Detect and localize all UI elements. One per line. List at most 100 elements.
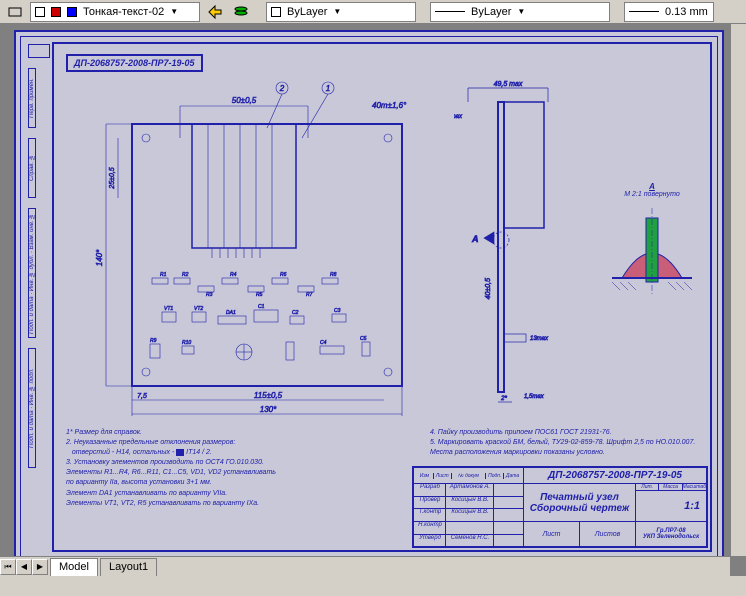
lineweight-value: 0.13 mm: [665, 6, 708, 18]
note-line: отверстий - H14, остальных - IT14 / 2.: [66, 448, 420, 457]
tb-role: Н.контр: [414, 522, 446, 534]
color-swatch-icon: [271, 7, 281, 17]
svg-text:R2: R2: [182, 272, 189, 278]
tb-role: Утверд: [414, 535, 446, 547]
main-view: 2 1 50±0,5 40m±1,6°: [72, 78, 452, 418]
svg-text:VT1: VT1: [164, 306, 173, 312]
layer-previous-icon[interactable]: [204, 2, 226, 22]
layer-bulb-icon: [35, 7, 45, 17]
layer-states-icon[interactable]: [4, 2, 26, 22]
layer-color-icon: [67, 7, 77, 17]
note-line: 4. Пайку производить припоем ПОС61 ГОСТ …: [430, 428, 714, 437]
layer-name: Тонкая-текст-02: [83, 6, 164, 18]
layer-manager-icon[interactable]: [230, 2, 252, 22]
callout-1: 1: [326, 84, 330, 93]
svg-text:С1: С1: [258, 304, 265, 310]
color-dropdown[interactable]: ByLayer ▼: [266, 2, 416, 22]
svg-text:R7: R7: [306, 292, 313, 298]
detail-scale: М 2:1 повернуто: [602, 191, 702, 198]
tb-hdr: № докум: [452, 473, 487, 479]
notes-right: 4. Пайку производить припоем ПОС61 ГОСТ …: [430, 428, 714, 458]
tab-first-button[interactable]: ⏮: [0, 559, 16, 575]
tb-sheets: Листов: [580, 522, 636, 546]
note-line: Элементы VT1, VT2, R5 устанавливать по в…: [66, 499, 420, 508]
svg-text:R4: R4: [230, 272, 237, 278]
tb-hdr: Изм: [416, 473, 434, 479]
notes-left: 1* Размер для справок. 2. Неуказанные пр…: [66, 428, 420, 509]
tab-bar: ⏮ ◀ ▶ Model Layout1: [0, 556, 730, 576]
dim-b1: 7,5: [137, 393, 147, 400]
dim-25: 2,5max: [454, 114, 463, 120]
dim-15: 1,5max: [524, 394, 545, 400]
svg-text:R10: R10: [182, 340, 191, 346]
dim-b3: 130*: [260, 405, 277, 414]
stamp-cell: Перв. примен.: [28, 68, 36, 128]
dim-h2: 25±0,5: [109, 167, 116, 189]
note-line: Элементы R1...R4, R6...R11, C1...C5, VD1…: [66, 468, 420, 477]
lineweight-dropdown[interactable]: 0.13 mm: [624, 2, 714, 22]
tab-model[interactable]: Model: [50, 558, 98, 576]
tolerance-frame-icon: [176, 449, 184, 456]
callout-2: 2: [279, 84, 285, 93]
svg-text:VT2: VT2: [194, 306, 203, 312]
color-value: ByLayer: [287, 6, 327, 18]
tb-massa: Масса: [659, 484, 682, 490]
note-line: Элемент DA1 устанавливать по варианту VI…: [66, 489, 420, 498]
svg-text:DA1: DA1: [226, 310, 236, 316]
tb-role: Провер: [414, 497, 446, 509]
lineweight-swatch-icon: [629, 11, 659, 12]
stamp-cell: [28, 44, 50, 58]
svg-text:R9: R9: [150, 338, 157, 344]
tb-name: Артамонов А.: [446, 484, 493, 496]
tab-next-button[interactable]: ▶: [32, 559, 48, 575]
svg-text:С5: С5: [360, 336, 367, 342]
layer-freeze-icon: [51, 7, 61, 17]
svg-text:R1: R1: [160, 272, 167, 278]
dim-rh: 40±0,5: [485, 278, 492, 299]
linetype-dropdown[interactable]: ByLayer ▼: [430, 2, 610, 22]
tb-scale: 1:1: [636, 491, 706, 521]
workspace: ДП-2068757-2008-ПР7-19-05 Перв. примен. …: [0, 24, 746, 576]
tab-prev-button[interactable]: ◀: [16, 559, 32, 575]
stamp-cell: Подп. и дата · Инв. № подл.: [28, 348, 36, 468]
tb-number: ДП-2068757-2008-ПР7-19-05: [524, 468, 706, 483]
tb-hdr: Дата: [504, 473, 521, 479]
dim-angle: 40m±1,6°: [372, 101, 407, 110]
dim-b2: 115±0,5: [254, 391, 283, 400]
tab-layout1[interactable]: Layout1: [100, 558, 157, 576]
side-view: 49,5 max 2,5max А 13max 40±0,5 2* 1,5max: [454, 78, 564, 418]
note-line: 3. Установку элементов производить по ОС…: [66, 458, 420, 467]
scrollbar-vertical[interactable]: [730, 24, 746, 556]
detail-label: А: [602, 182, 702, 191]
svg-text:R6: R6: [280, 272, 287, 278]
layer-dropdown[interactable]: Тонкая-текст-02 ▼: [30, 2, 200, 22]
note-line: по варианту IIа, высота установки 3+1 мм…: [66, 478, 420, 487]
svg-text:С4: С4: [320, 340, 327, 346]
dim-h: 140*: [95, 249, 104, 266]
tb-name2: Сборочный чертеж: [530, 503, 630, 514]
linetype-swatch-icon: [435, 11, 465, 12]
tb-lit: Лит.: [636, 484, 659, 490]
tb-hdr: Лист: [434, 473, 452, 479]
tb-scaleh: Масштаб: [683, 484, 706, 490]
dim-top: 50±0,5: [232, 96, 257, 105]
tb-name: Косицын В.В.: [446, 497, 493, 509]
note-line: Места расположения маркировки показаны у…: [430, 448, 714, 457]
tb-hdr: Подп.: [486, 473, 504, 479]
top-drawing-number: ДП-2068757-2008-ПР7-19-05: [66, 54, 203, 72]
stamp-cell: Подп. и дата · Инв. № дубл. · Взам. инв.…: [28, 208, 36, 338]
svg-text:R8: R8: [330, 272, 337, 278]
svg-text:R5: R5: [256, 292, 263, 298]
note-line: 5. Маркировать краской БМ, белый, ТУ29-0…: [430, 438, 714, 447]
dim-13: 13max: [530, 336, 549, 342]
chevron-down-icon: ▼: [170, 7, 178, 16]
section-a: А: [471, 234, 479, 244]
tb-name: Косицын В.В.: [446, 509, 493, 521]
svg-text:С2: С2: [292, 310, 299, 316]
note-line: 2. Неуказанные предельные отклонения раз…: [66, 438, 420, 447]
detail-view-a: А М 2:1 повернуто: [602, 182, 702, 312]
chevron-down-icon: ▼: [517, 7, 525, 16]
stamp-cell: Справ. №: [28, 138, 36, 198]
tb-org: УКП Зеленодольск: [643, 534, 699, 540]
tb-name: Семенов Н.С.: [446, 535, 493, 547]
